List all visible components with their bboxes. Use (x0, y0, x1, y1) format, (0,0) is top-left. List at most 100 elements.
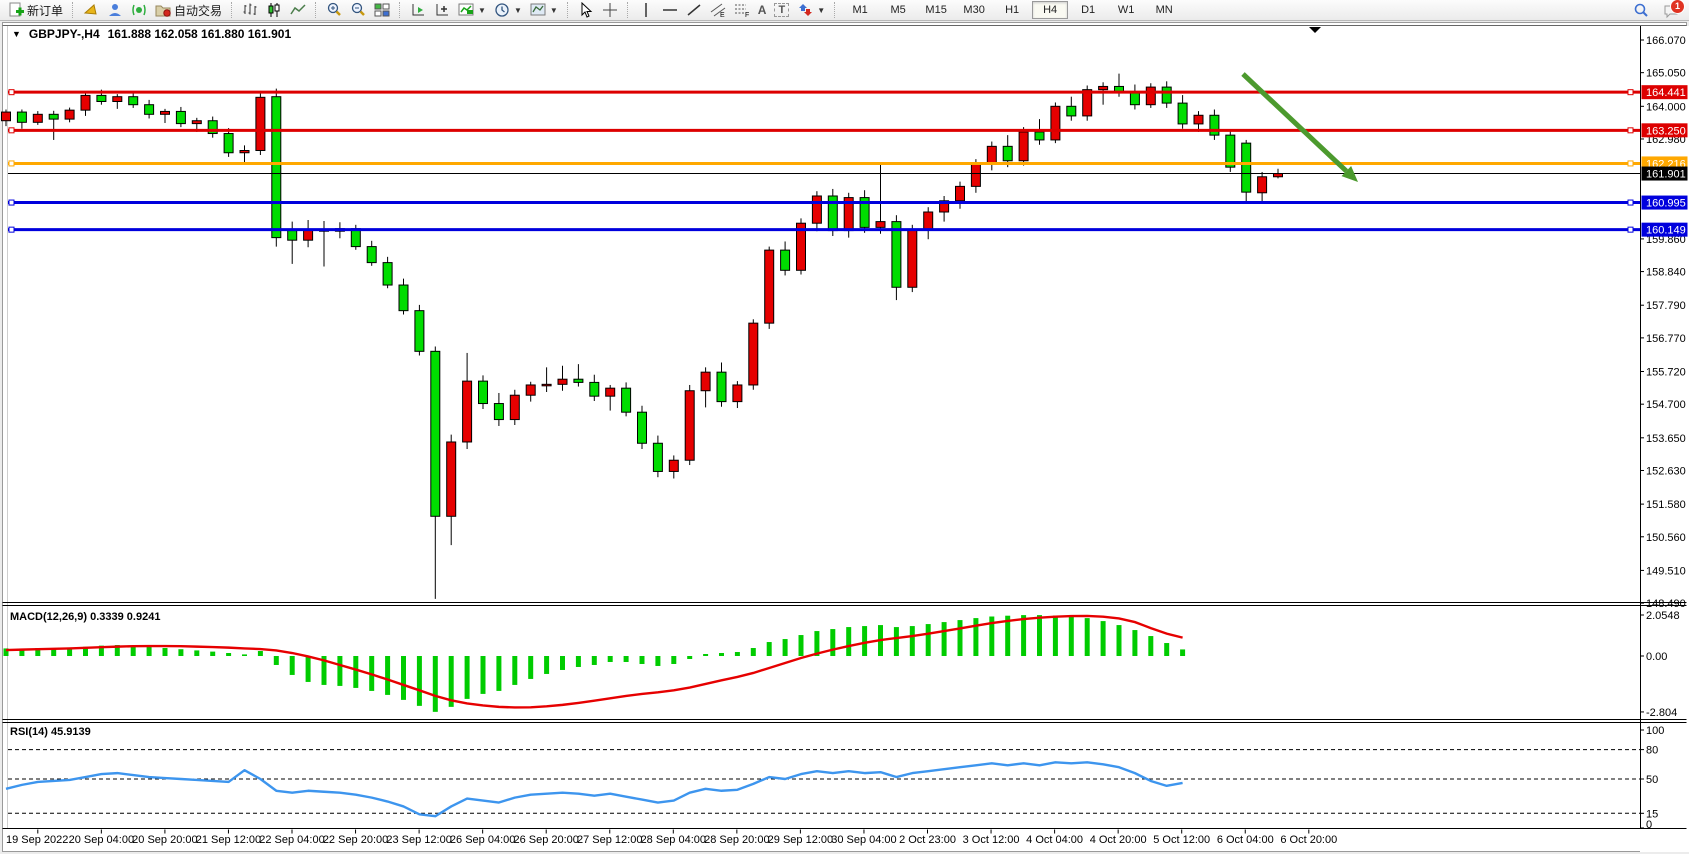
svg-text:164.000: 164.000 (1646, 101, 1686, 113)
text-label-tool-button[interactable]: T (770, 0, 793, 21)
svg-text:153.650: 153.650 (1646, 433, 1686, 445)
svg-text:50: 50 (1646, 774, 1658, 786)
svg-text:20 Sep 20:00: 20 Sep 20:00 (132, 834, 197, 846)
indicator-window-button[interactable] (406, 0, 430, 21)
cursor-icon (578, 2, 594, 18)
svg-text:148.490: 148.490 (1646, 598, 1686, 610)
signals-button[interactable] (127, 0, 151, 21)
macd-indicator-label: MACD(12,26,9) 0.3339 0.9241 (10, 611, 160, 623)
period-button[interactable]: ▼ (490, 0, 526, 21)
macd-name: MACD(12,26,9) (10, 611, 87, 623)
vertical-line-tool-button[interactable] (634, 0, 658, 21)
line-chart-type-button[interactable] (286, 0, 310, 21)
zoom-in-icon (326, 2, 342, 18)
svg-text:161.901: 161.901 (1646, 169, 1686, 181)
svg-text:4 Oct 20:00: 4 Oct 20:00 (1090, 834, 1147, 846)
svg-text:158.840: 158.840 (1646, 267, 1686, 279)
trendline-icon (686, 2, 702, 18)
svg-text:0.00: 0.00 (1646, 651, 1667, 663)
rsi-indicator-label: RSI(14) 45.9139 (10, 726, 91, 738)
svg-text:149.510: 149.510 (1646, 565, 1686, 577)
svg-text:28 Sep 04:00: 28 Sep 04:00 (641, 834, 706, 846)
indicator-window-icon (410, 2, 426, 18)
svg-text:150.560: 150.560 (1646, 532, 1686, 544)
main-toolbar: 新订单 自动交易 (0, 0, 1689, 21)
svg-text:20 Sep 04:00: 20 Sep 04:00 (69, 834, 134, 846)
svg-text:5 Oct 12:00: 5 Oct 12:00 (1153, 834, 1210, 846)
new-order-button[interactable]: 新订单 (4, 0, 67, 21)
indicator-list-button[interactable] (430, 0, 454, 21)
toolbar-separator (399, 2, 401, 18)
search-button[interactable] (1629, 0, 1653, 21)
template-button[interactable]: ▼ (526, 0, 562, 21)
chevron-down-icon: ▼ (478, 6, 486, 15)
chevron-down-icon: ▼ (514, 6, 522, 15)
timeframe-button-W1[interactable]: W1 (1108, 1, 1144, 19)
horizontal-line-tool-button[interactable] (658, 0, 682, 21)
cursor-tool-button[interactable] (574, 0, 598, 21)
horizontal-line-icon (662, 2, 678, 18)
chart-canvas[interactable]: 166.070165.050164.000162.980159.860158.8… (0, 0, 1689, 854)
text-tool-button[interactable]: A (754, 0, 771, 21)
timeframe-button-M30[interactable]: M30 (956, 1, 992, 19)
timeframe-button-H1[interactable]: H1 (994, 1, 1030, 19)
toolbar-separator (627, 2, 629, 18)
add-indicator-button[interactable]: ▼ (454, 0, 490, 21)
add-indicator-icon (458, 2, 474, 18)
channel-tool-button[interactable]: E (706, 0, 730, 21)
svg-text:6 Oct 20:00: 6 Oct 20:00 (1280, 834, 1337, 846)
svg-text:164.441: 164.441 (1646, 87, 1686, 99)
svg-text:21 Sep 12:00: 21 Sep 12:00 (196, 834, 261, 846)
svg-text:80: 80 (1646, 745, 1658, 757)
svg-text:2 Oct 23:00: 2 Oct 23:00 (899, 834, 956, 846)
fibo-letter: F (745, 12, 749, 18)
vertical-line-icon (638, 2, 654, 18)
svg-text:0: 0 (1646, 819, 1652, 831)
toolbar-separator (834, 2, 836, 18)
svg-text:165.050: 165.050 (1646, 68, 1686, 80)
bar-chart-type-button[interactable] (238, 0, 262, 21)
text-tool-icon: A (758, 3, 767, 17)
svg-text:22 Sep 20:00: 22 Sep 20:00 (323, 834, 388, 846)
clock-icon (494, 2, 510, 18)
svg-text:26 Sep 04:00: 26 Sep 04:00 (450, 834, 515, 846)
tile-windows-button[interactable] (370, 0, 394, 21)
timeframe-button-D1[interactable]: D1 (1070, 1, 1106, 19)
zoom-in-button[interactable] (322, 0, 346, 21)
fibonacci-tool-button[interactable]: F (730, 0, 754, 21)
arrows-tool-button[interactable]: ▼ (793, 0, 829, 21)
search-icon (1633, 3, 1649, 19)
timeframe-button-H4[interactable]: H4 (1032, 1, 1068, 19)
crosshair-tool-button[interactable] (598, 0, 622, 21)
collapse-triangle-icon[interactable]: ▼ (12, 29, 21, 39)
timeframe-button-MN[interactable]: MN (1146, 1, 1182, 19)
svg-text:26 Sep 20:00: 26 Sep 20:00 (513, 834, 578, 846)
timeframe-button-M5[interactable]: M5 (880, 1, 916, 19)
zoom-out-icon (350, 2, 366, 18)
alert-button[interactable] (79, 0, 103, 21)
svg-text:6 Oct 04:00: 6 Oct 04:00 (1217, 834, 1274, 846)
chart-symbol-title: GBPJPY-,H4 (29, 27, 100, 41)
svg-text:156.770: 156.770 (1646, 333, 1686, 345)
svg-text:22 Sep 04:00: 22 Sep 04:00 (259, 834, 324, 846)
notifications-button[interactable]: 1 (1659, 0, 1683, 21)
svg-text:23 Sep 12:00: 23 Sep 12:00 (386, 834, 451, 846)
timeframe-button-M15[interactable]: M15 (918, 1, 954, 19)
candlestick-chart-type-button[interactable] (262, 0, 286, 21)
chart-title-bar: ▼ GBPJPY-,H4 161.888 162.058 161.880 161… (12, 27, 291, 41)
svg-text:30 Sep 04:00: 30 Sep 04:00 (831, 834, 896, 846)
svg-text:29 Sep 12:00: 29 Sep 12:00 (768, 834, 833, 846)
indicator-list-icon (434, 2, 450, 18)
auto-trading-button[interactable]: 自动交易 (151, 0, 226, 21)
timeframe-button-M1[interactable]: M1 (842, 1, 878, 19)
trendline-tool-button[interactable] (682, 0, 706, 21)
toolbar-separator (315, 2, 317, 18)
signal-icon (131, 2, 147, 18)
zoom-out-button[interactable] (346, 0, 370, 21)
experts-button[interactable] (103, 0, 127, 21)
horn-icon (83, 2, 99, 18)
channel-letter: E (720, 12, 725, 18)
chart-ohlc-readout: 161.888 162.058 161.880 161.901 (108, 27, 292, 41)
svg-text:151.580: 151.580 (1646, 499, 1686, 511)
chevron-down-icon: ▼ (550, 6, 558, 15)
